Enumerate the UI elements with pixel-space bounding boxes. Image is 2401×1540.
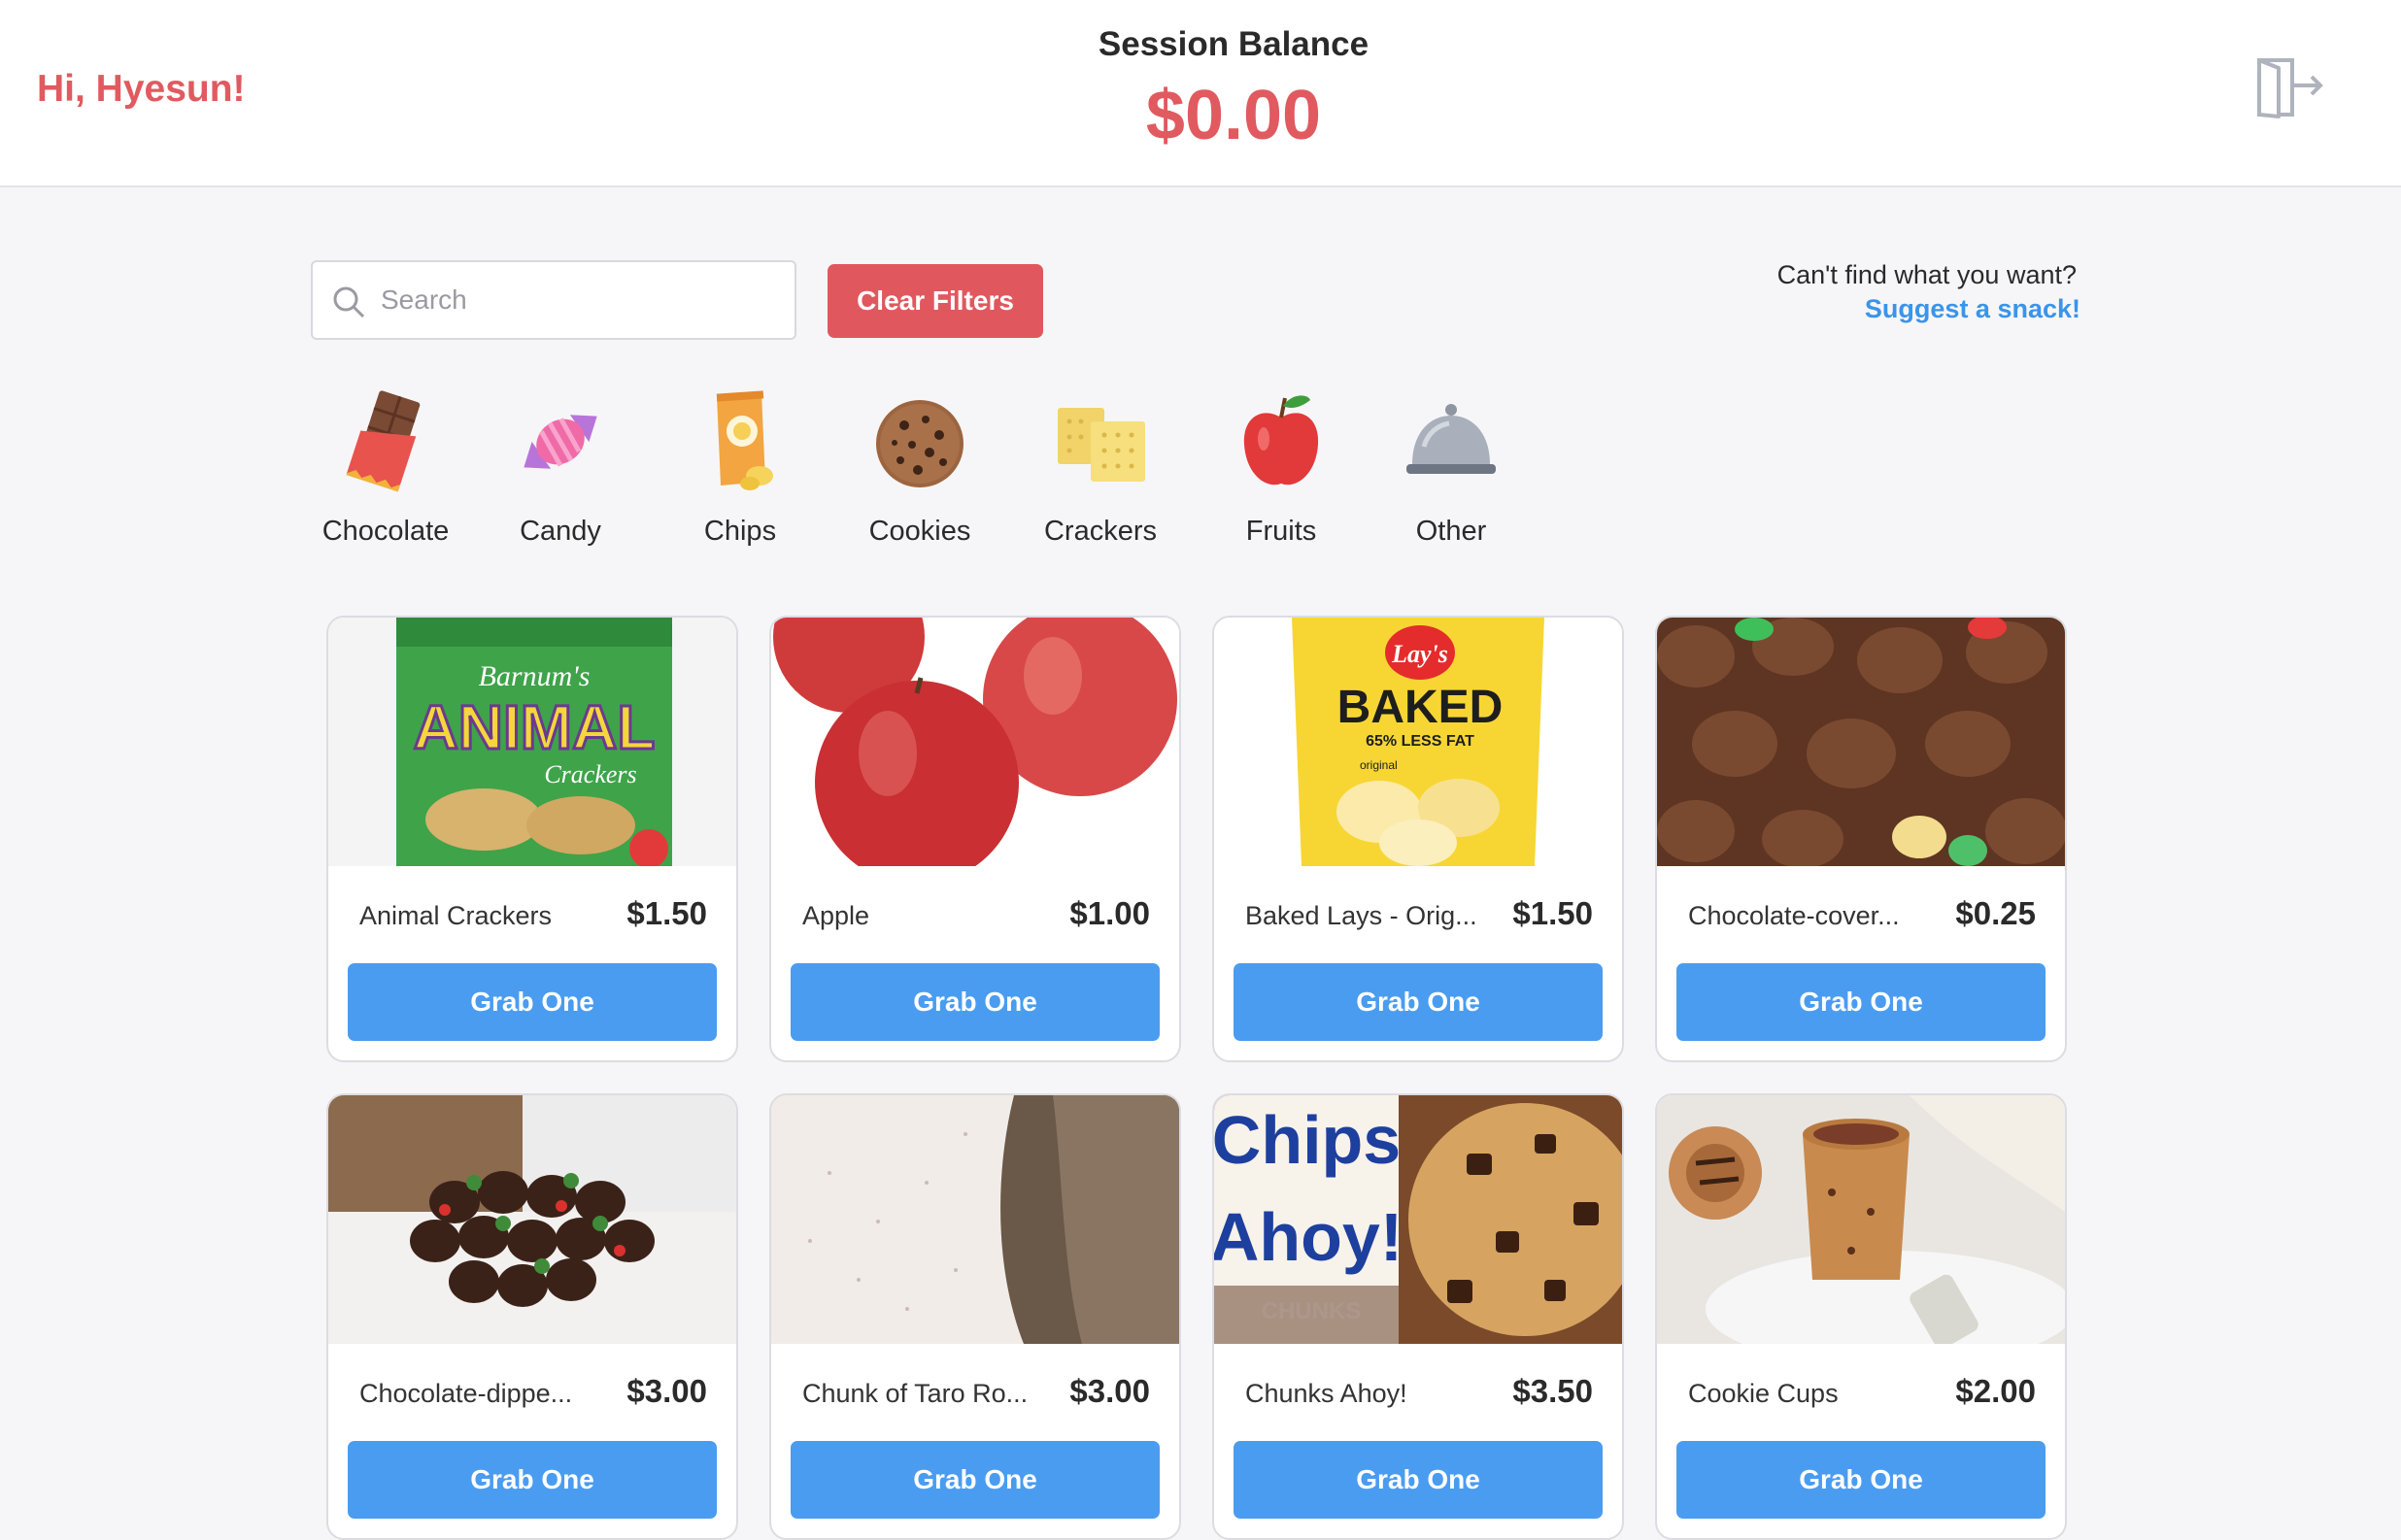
- product-name: Chunk of Taro Ro...: [802, 1379, 1029, 1408]
- product-card: Apple $1.00 Grab One: [769, 616, 1181, 1062]
- product-price: $2.00: [1955, 1373, 2036, 1409]
- apple-icon: [1243, 395, 1319, 485]
- product-card: Cookie Cups $2.00 Grab One: [1655, 1093, 2067, 1540]
- svg-text:original: original: [1360, 758, 1398, 772]
- search-input[interactable]: [381, 262, 779, 338]
- svg-text:65% LESS FAT: 65% LESS FAT: [1366, 733, 1474, 750]
- search-icon: [333, 286, 365, 318]
- product-card: Chunk of Taro Ro... $3.00 Grab One: [769, 1093, 1181, 1540]
- product-price: $0.25: [1955, 895, 2036, 931]
- category-chips[interactable]: Chips: [653, 388, 828, 553]
- candy-icon: [524, 415, 597, 469]
- crackers-icon: [1058, 408, 1145, 482]
- product-name: Baked Lays - Orig...: [1245, 901, 1477, 930]
- grab-one-button[interactable]: Grab One: [1234, 1441, 1603, 1519]
- category-fruits[interactable]: Fruits: [1194, 388, 1369, 553]
- search-box[interactable]: [311, 260, 796, 340]
- product-price: $1.50: [1512, 895, 1593, 931]
- category-chocolate[interactable]: Chocolate: [298, 388, 473, 553]
- product-card: Chocolate-cover... $0.25 Grab One: [1655, 616, 2067, 1062]
- chips-bag-icon: [716, 390, 773, 490]
- grab-one-button[interactable]: Grab One: [348, 963, 717, 1041]
- svg-text:Ahoy!: Ahoy!: [1214, 1199, 1403, 1275]
- category-other[interactable]: Other: [1364, 388, 1539, 553]
- product-name: Apple: [802, 901, 870, 930]
- product-name: Chocolate-cover...: [1688, 901, 1900, 930]
- top-header: Hi, Hyesun! Session Balance $0.00: [0, 0, 2401, 187]
- product-name: Chunks Ahoy!: [1245, 1379, 1407, 1408]
- cookie-icon: [876, 400, 964, 487]
- product-image-taro-root: [771, 1095, 1179, 1344]
- product-price: $3.00: [626, 1373, 707, 1409]
- product-card: Chocolate-dippe... $3.00 Grab One: [326, 1093, 738, 1540]
- session-balance-label: Session Balance: [1098, 25, 1370, 63]
- suggest-snack-link[interactable]: Suggest a snack!: [1865, 294, 2080, 324]
- category-label: Chips: [703, 516, 777, 547]
- grab-one-button[interactable]: Grab One: [1676, 963, 2046, 1041]
- product-price: $3.50: [1512, 1373, 1593, 1409]
- svg-text:Crackers: Crackers: [544, 760, 636, 788]
- category-label: Candy: [520, 516, 601, 547]
- product-price: $3.00: [1069, 1373, 1150, 1409]
- svg-text:ANIMAL: ANIMAL: [414, 692, 656, 762]
- category-label: Other: [1415, 516, 1487, 547]
- cloche-icon: [1406, 404, 1496, 474]
- category-label: Chocolate: [321, 516, 450, 547]
- svg-text:Barnum's: Barnum's: [479, 660, 591, 692]
- clear-filters-button[interactable]: Clear Filters: [828, 264, 1043, 338]
- product-card: Chips Ahoy! CHUNKS Chunks Ahoy! $3.50 Gr…: [1212, 1093, 1624, 1540]
- svg-text:Lay's: Lay's: [1391, 640, 1448, 668]
- product-image-cookie-cups: [1657, 1095, 2065, 1344]
- category-label: Crackers: [1043, 516, 1157, 547]
- grab-one-button[interactable]: Grab One: [348, 1441, 717, 1519]
- product-price: $1.50: [626, 895, 707, 931]
- product-price: $1.00: [1069, 895, 1150, 931]
- product-image-animal-crackers: Barnum's ANIMAL Crackers: [328, 618, 736, 866]
- product-name: Animal Crackers: [359, 901, 553, 930]
- grab-one-button[interactable]: Grab One: [791, 1441, 1160, 1519]
- product-image-apple: [771, 618, 1179, 866]
- product-name: Chocolate-dippe...: [359, 1379, 573, 1408]
- product-image-baked-lays: Lay's BAKED 65% LESS FAT original: [1214, 618, 1622, 866]
- product-image-chunks-ahoy: Chips Ahoy! CHUNKS: [1214, 1095, 1622, 1344]
- category-candy[interactable]: Candy: [473, 388, 648, 553]
- product-card: Barnum's ANIMAL Crackers Animal Crackers…: [326, 616, 738, 1062]
- svg-text:BAKED: BAKED: [1337, 682, 1504, 733]
- category-cookies[interactable]: Cookies: [832, 388, 1007, 553]
- suggest-question: Can't find what you want?: [1776, 260, 2077, 289]
- grab-one-button[interactable]: Grab One: [791, 963, 1160, 1041]
- chocolate-bar-icon: [346, 390, 421, 492]
- session-balance-value: $0.00: [1145, 77, 1322, 154]
- product-image-chocolate-covered: [1657, 618, 2065, 866]
- product-card: Lay's BAKED 65% LESS FAT original Baked …: [1212, 616, 1624, 1062]
- exit-door-icon[interactable]: [2255, 56, 2325, 118]
- product-image-chocolate-dipped-strawberries: [328, 1095, 736, 1344]
- grab-one-button[interactable]: Grab One: [1234, 963, 1603, 1041]
- category-crackers[interactable]: Crackers: [1013, 388, 1188, 553]
- svg-text:Chips: Chips: [1214, 1102, 1401, 1178]
- category-label: Cookies: [868, 516, 971, 547]
- category-label: Fruits: [1245, 516, 1317, 547]
- grab-one-button[interactable]: Grab One: [1676, 1441, 2046, 1519]
- product-name: Cookie Cups: [1688, 1379, 1839, 1408]
